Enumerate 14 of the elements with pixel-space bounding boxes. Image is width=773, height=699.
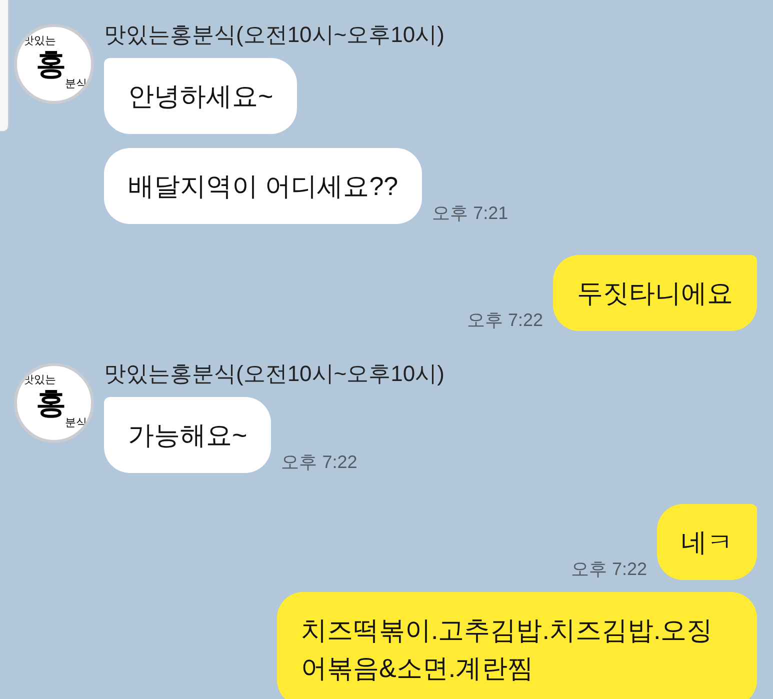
sender-name: 맛있는홍분식(오전10시~오후10시) (104, 361, 444, 387)
message-bubble: 가능해요~ (104, 397, 272, 473)
message-bubble: 배달지역이 어디세요?? (104, 148, 422, 224)
message-time: 오후 7:22 (281, 453, 358, 471)
message-bubble: 안녕하세요~ (104, 58, 298, 134)
logo-text: 홍 (36, 50, 66, 80)
message-time: 오후 7:22 (466, 311, 543, 329)
message-time: 오후 7:21 (432, 204, 508, 222)
message-bubble: 치즈떡볶이.고추김밥.치즈김밥.오징어볶음&소면.계란찜 (277, 592, 757, 699)
logo-text: 홍 (36, 389, 66, 419)
sender-name: 맛있는홍분식(오전10시~오후10시) (104, 22, 446, 48)
message-bubble: 네ㅋ (657, 504, 757, 580)
message-time: 오후 7:22 (570, 560, 647, 578)
message-bubble: 두짓타니에요 (553, 255, 757, 331)
